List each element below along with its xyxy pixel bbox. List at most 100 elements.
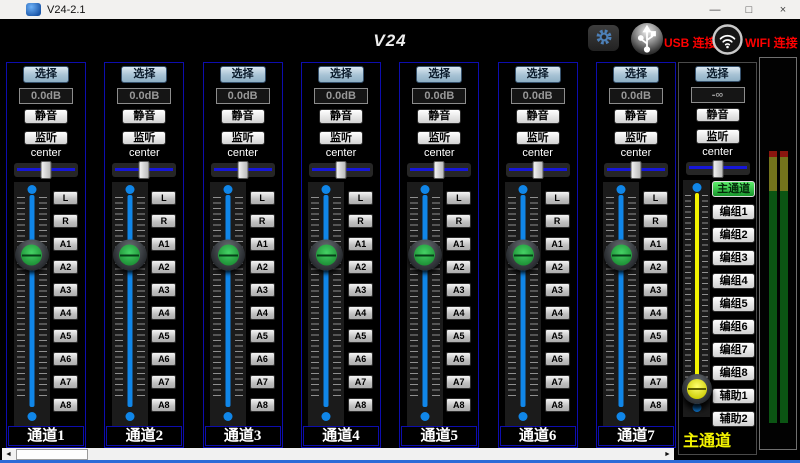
monitor-button[interactable]: 监听 [24, 131, 68, 146]
mute-button[interactable]: 静音 [417, 109, 461, 124]
route-button[interactable]: A5 [446, 329, 471, 343]
route-button[interactable]: A2 [643, 260, 668, 274]
channel-fader-knob[interactable] [408, 240, 442, 271]
route-button[interactable]: L [151, 191, 176, 205]
channel-fader[interactable] [603, 182, 639, 426]
route-button[interactable]: A7 [446, 375, 471, 389]
monitor-button[interactable]: 监听 [122, 131, 166, 146]
route-button[interactable]: A3 [348, 283, 373, 297]
pan-slider[interactable] [14, 163, 78, 177]
channel-fader[interactable] [407, 182, 443, 426]
route-button[interactable]: A2 [545, 260, 570, 274]
bus-button[interactable]: 编组6 [712, 319, 755, 335]
channel-fader-knob[interactable] [15, 240, 49, 271]
bus-button[interactable]: 编组4 [712, 273, 755, 289]
mute-button[interactable]: 静音 [696, 108, 740, 122]
bus-button[interactable]: 辅助2 [712, 411, 755, 427]
route-button[interactable]: A1 [446, 237, 471, 251]
monitor-button[interactable]: 监听 [319, 131, 363, 146]
route-button[interactable]: A1 [348, 237, 373, 251]
monitor-button[interactable]: 监听 [614, 131, 658, 146]
pan-slider[interactable] [309, 163, 373, 177]
channel-fader[interactable] [308, 182, 344, 426]
route-button[interactable]: A8 [545, 398, 570, 412]
route-button[interactable]: A2 [250, 260, 275, 274]
route-button[interactable]: A5 [545, 329, 570, 343]
select-button[interactable]: 选择 [695, 66, 741, 82]
pan-handle[interactable] [630, 161, 641, 179]
route-button[interactable]: A8 [446, 398, 471, 412]
channel-fader-knob[interactable] [309, 240, 343, 271]
bus-button[interactable]: 编组7 [712, 342, 755, 358]
route-button[interactable]: A6 [545, 352, 570, 366]
mute-button[interactable]: 静音 [614, 109, 658, 124]
route-button[interactable]: R [53, 214, 78, 228]
bus-button[interactable]: 编组2 [712, 227, 755, 243]
main-fader-knob[interactable] [682, 374, 712, 404]
route-button[interactable]: A6 [643, 352, 668, 366]
route-button[interactable]: R [348, 214, 373, 228]
pan-slider[interactable] [211, 163, 275, 177]
pan-handle[interactable] [139, 161, 150, 179]
monitor-button[interactable]: 监听 [221, 131, 265, 146]
route-button[interactable]: A5 [250, 329, 275, 343]
route-button[interactable]: A4 [446, 306, 471, 320]
route-button[interactable]: A7 [348, 375, 373, 389]
route-button[interactable]: L [643, 191, 668, 205]
route-button[interactable]: A3 [151, 283, 176, 297]
route-button[interactable]: A7 [545, 375, 570, 389]
bus-button[interactable]: 编组1 [712, 204, 755, 220]
minimize-button[interactable]: — [698, 0, 732, 19]
route-button[interactable]: A5 [151, 329, 176, 343]
route-button[interactable]: A2 [446, 260, 471, 274]
route-button[interactable]: A4 [250, 306, 275, 320]
bus-button[interactable]: 编组5 [712, 296, 755, 312]
channel-fader-knob[interactable] [113, 240, 147, 271]
channel-fader[interactable] [112, 182, 148, 426]
route-button[interactable]: A2 [348, 260, 373, 274]
route-button[interactable]: A7 [53, 375, 78, 389]
monitor-button[interactable]: 监听 [696, 129, 740, 143]
pan-slider[interactable] [686, 162, 750, 175]
channel-fader[interactable] [210, 182, 246, 426]
mute-button[interactable]: 静音 [122, 109, 166, 124]
mute-button[interactable]: 静音 [221, 109, 265, 124]
pan-slider[interactable] [604, 163, 668, 177]
channel-fader[interactable] [14, 182, 50, 426]
select-button[interactable]: 选择 [121, 66, 167, 83]
route-button[interactable]: A1 [643, 237, 668, 251]
route-button[interactable]: A8 [250, 398, 275, 412]
route-button[interactable]: A4 [151, 306, 176, 320]
route-button[interactable]: A1 [151, 237, 176, 251]
pan-handle[interactable] [532, 161, 543, 179]
route-button[interactable]: A8 [348, 398, 373, 412]
channel-fader-knob[interactable] [506, 240, 540, 271]
bus-button[interactable]: 编组3 [712, 250, 755, 266]
route-button[interactable]: A1 [53, 237, 78, 251]
route-button[interactable]: R [151, 214, 176, 228]
pan-slider[interactable] [506, 163, 570, 177]
route-button[interactable]: R [446, 214, 471, 228]
route-button[interactable]: A1 [250, 237, 275, 251]
route-button[interactable]: A2 [151, 260, 176, 274]
pan-handle[interactable] [712, 160, 723, 178]
route-button[interactable]: A7 [250, 375, 275, 389]
route-button[interactable]: A6 [151, 352, 176, 366]
pan-handle[interactable] [335, 161, 346, 179]
pan-handle[interactable] [237, 161, 248, 179]
route-button[interactable]: R [545, 214, 570, 228]
route-button[interactable]: A4 [545, 306, 570, 320]
select-button[interactable]: 选择 [515, 66, 561, 83]
route-button[interactable]: A3 [643, 283, 668, 297]
route-button[interactable]: A5 [53, 329, 78, 343]
channel-fader-knob[interactable] [604, 240, 638, 271]
route-button[interactable]: L [53, 191, 78, 205]
route-button[interactable]: A5 [643, 329, 668, 343]
route-button[interactable]: R [250, 214, 275, 228]
route-button[interactable]: L [348, 191, 373, 205]
route-button[interactable]: A4 [643, 306, 668, 320]
route-button[interactable]: A4 [348, 306, 373, 320]
close-button[interactable]: × [766, 0, 800, 19]
route-button[interactable]: A5 [348, 329, 373, 343]
route-button[interactable]: A3 [545, 283, 570, 297]
